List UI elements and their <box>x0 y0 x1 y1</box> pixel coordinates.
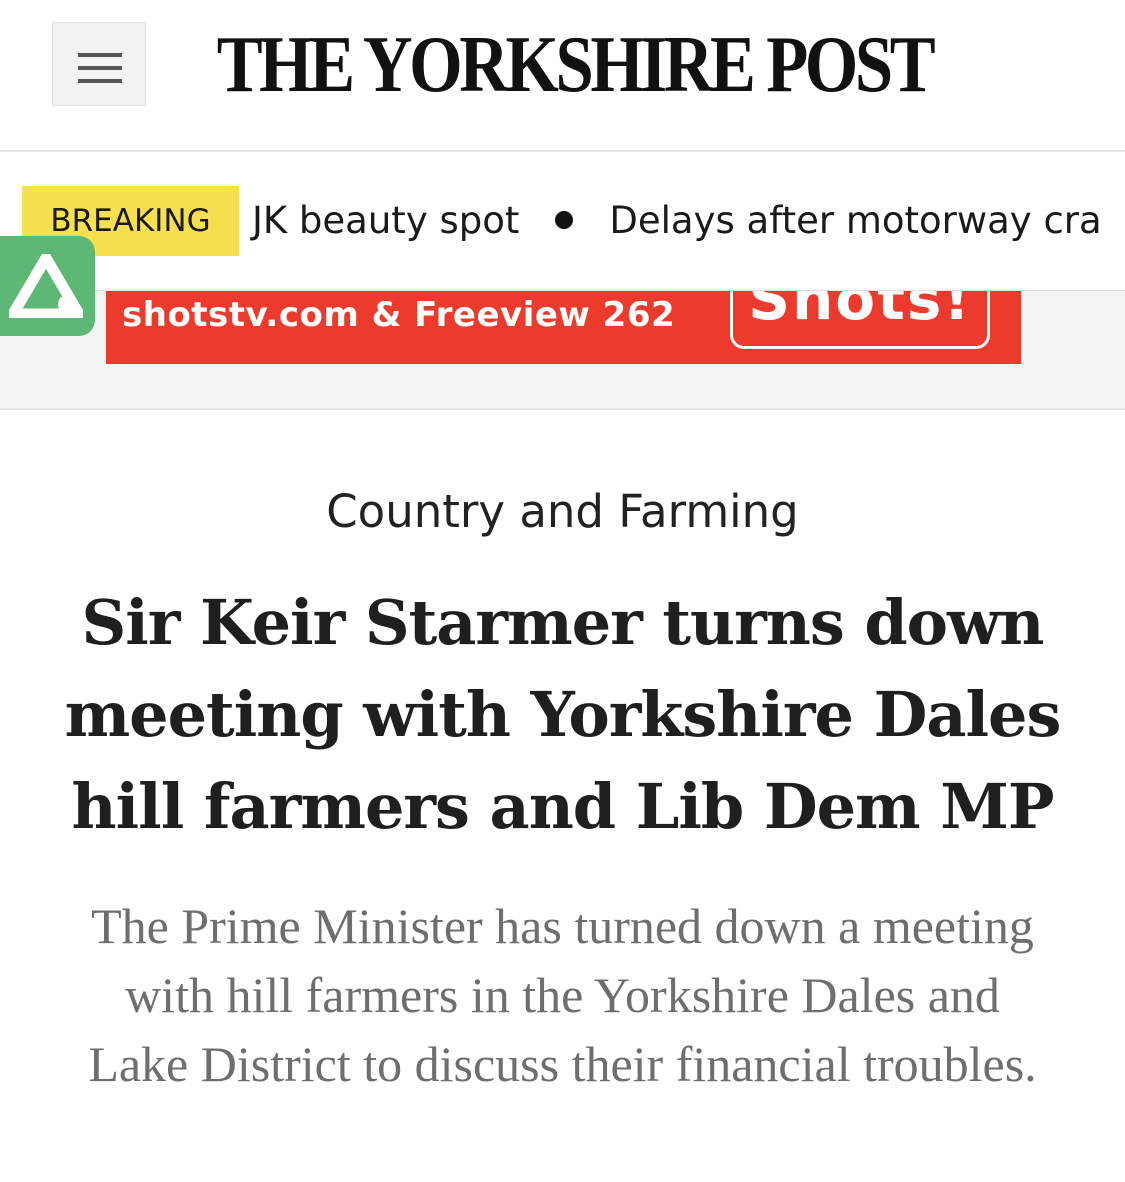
ticker-item[interactable]: JK beauty spot <box>252 199 519 242</box>
article-standfirst: The Prime Minister has turned down a mee… <box>88 898 1037 1092</box>
advert-logo-text: Shots! <box>748 291 972 333</box>
bullet-dot-icon <box>555 210 574 229</box>
menu-button[interactable] <box>52 22 146 106</box>
advert-text: shotstv.com & Freeview 262 <box>122 295 676 335</box>
breaking-news-ticker: BREAKING JK beauty spot Delays after moto… <box>0 152 1125 290</box>
site-header: THE YORKSHIRE POST <box>0 0 1125 152</box>
triangle-logo-icon <box>9 254 83 318</box>
article: Country and Farming Sir Keir Starmer tur… <box>0 412 1125 1182</box>
advert-logo: Shots! <box>730 291 990 349</box>
app-badge-button[interactable] <box>0 236 95 336</box>
masthead-logo[interactable]: THE YORKSHIRE POST <box>217 20 936 110</box>
category-link[interactable]: Country and Farming <box>0 482 1125 542</box>
ticker-item[interactable]: Delays after motorway cra <box>609 199 1101 242</box>
advert-banner[interactable]: shotstv.com & Freeview 262 Shots! <box>106 291 1021 364</box>
advert-slot: shotstv.com & Freeview 262 Shots! <box>0 290 1125 410</box>
ticker-track: JK beauty spot Delays after motorway cra <box>252 186 1102 256</box>
article-headline: Sir Keir Starmer turns down meeting with… <box>64 586 1062 843</box>
